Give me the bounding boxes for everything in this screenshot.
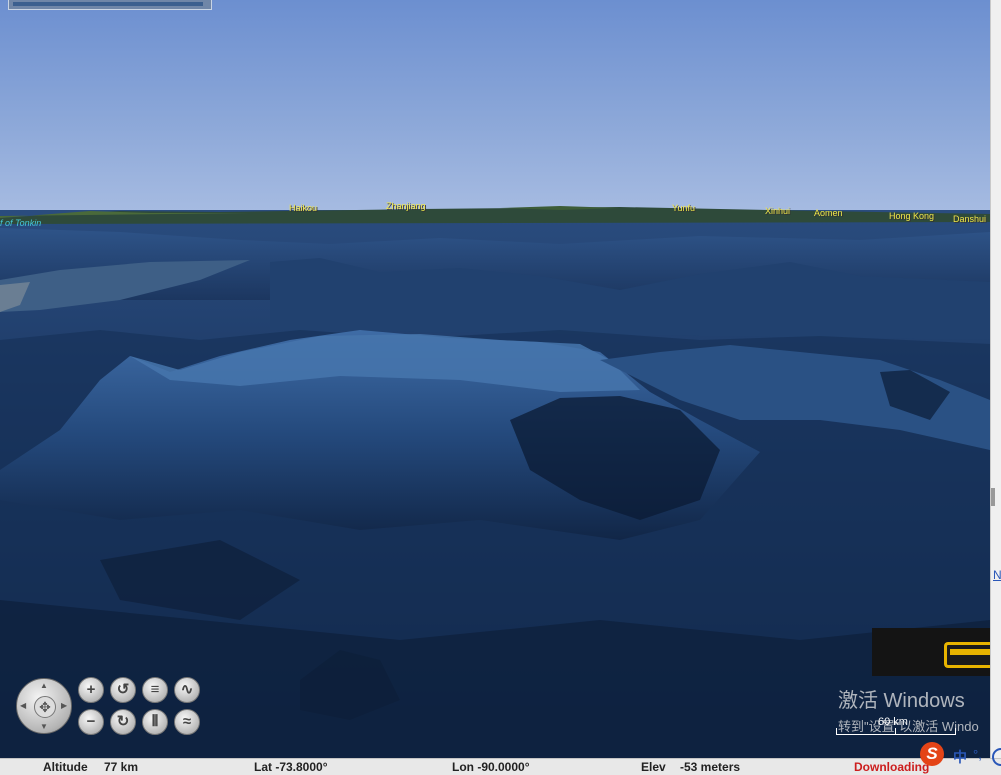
place-label-haikou[interactable]: Haikou [289, 203, 317, 213]
terrain-down-icon[interactable]: ≈ [174, 709, 200, 735]
tilt-down-icon[interactable]: ⫴ [142, 709, 168, 735]
altitude-label: Altitude [43, 760, 88, 774]
zoom-out-icon[interactable]: − [78, 709, 104, 735]
status-bar: Altitude 77 km Lat -73.8000° Lon -90.000… [0, 758, 1001, 775]
place-label-gulf-of-tonkin[interactable]: f of Tonkin [0, 218, 41, 228]
ime-punctuation-toggle[interactable]: °, [973, 747, 982, 762]
longitude-readout: Lon -90.0000° [452, 760, 530, 774]
elevation-label: Elev [641, 760, 666, 774]
compass-widget[interactable] [872, 628, 1001, 676]
pan-down-icon[interactable]: ▼ [40, 722, 48, 731]
globe-viewport[interactable]: f of Tonkin Haikou Zhanjiang Yunfu Xinhu… [0, 0, 990, 758]
download-status: Downloading [854, 760, 930, 774]
vertical-scrollbar[interactable] [990, 0, 1001, 758]
place-label-yunfu[interactable]: Yunfu [672, 203, 695, 213]
scale-label: 60 km [878, 716, 908, 728]
scroll-thumb[interactable] [991, 488, 995, 506]
pan-left-icon[interactable]: ◀ [20, 701, 26, 710]
zoom-in-icon[interactable]: + [78, 677, 104, 703]
terrain-view [0, 206, 990, 758]
rotate-right-icon[interactable]: ↻ [110, 709, 136, 735]
ime-toolbar[interactable]: S 中 °, [920, 742, 1001, 774]
place-label-hong-kong[interactable]: Hong Kong [889, 211, 934, 221]
tilt-up-icon[interactable]: ≡ [142, 677, 168, 703]
terrain-up-icon[interactable]: ∿ [174, 677, 200, 703]
minimap-coastline [13, 2, 203, 6]
latitude-readout: Lat -73.8000° [254, 760, 328, 774]
rotate-left-icon[interactable]: ↺ [110, 677, 136, 703]
altitude-value: 77 km [104, 760, 139, 774]
pan-icon[interactable]: ✥ [34, 696, 56, 718]
place-label-aomen[interactable]: Aomen [814, 208, 843, 218]
place-label-zhanjiang[interactable]: Zhanjiang [386, 201, 426, 211]
pan-up-icon[interactable]: ▲ [40, 681, 48, 690]
side-link[interactable]: N [993, 568, 1001, 582]
scale-bar: 60 km [836, 716, 956, 735]
sogou-ime-icon[interactable]: S [920, 742, 944, 766]
place-label-danshui[interactable]: Danshui [953, 214, 986, 224]
elevation-value: -53 meters [680, 760, 741, 774]
place-label-xinhui[interactable]: Xinhui [765, 206, 790, 216]
ime-mode-toggle[interactable]: 中 [953, 747, 967, 767]
watermark-title: 激活 Windows [838, 690, 965, 712]
pan-right-icon[interactable]: ▶ [61, 701, 67, 710]
pan-control[interactable]: ▲ ▼ ◀ ▶ ✥ [16, 678, 72, 734]
ime-settings-icon[interactable] [992, 748, 1001, 766]
overview-minimap[interactable] [8, 0, 212, 10]
